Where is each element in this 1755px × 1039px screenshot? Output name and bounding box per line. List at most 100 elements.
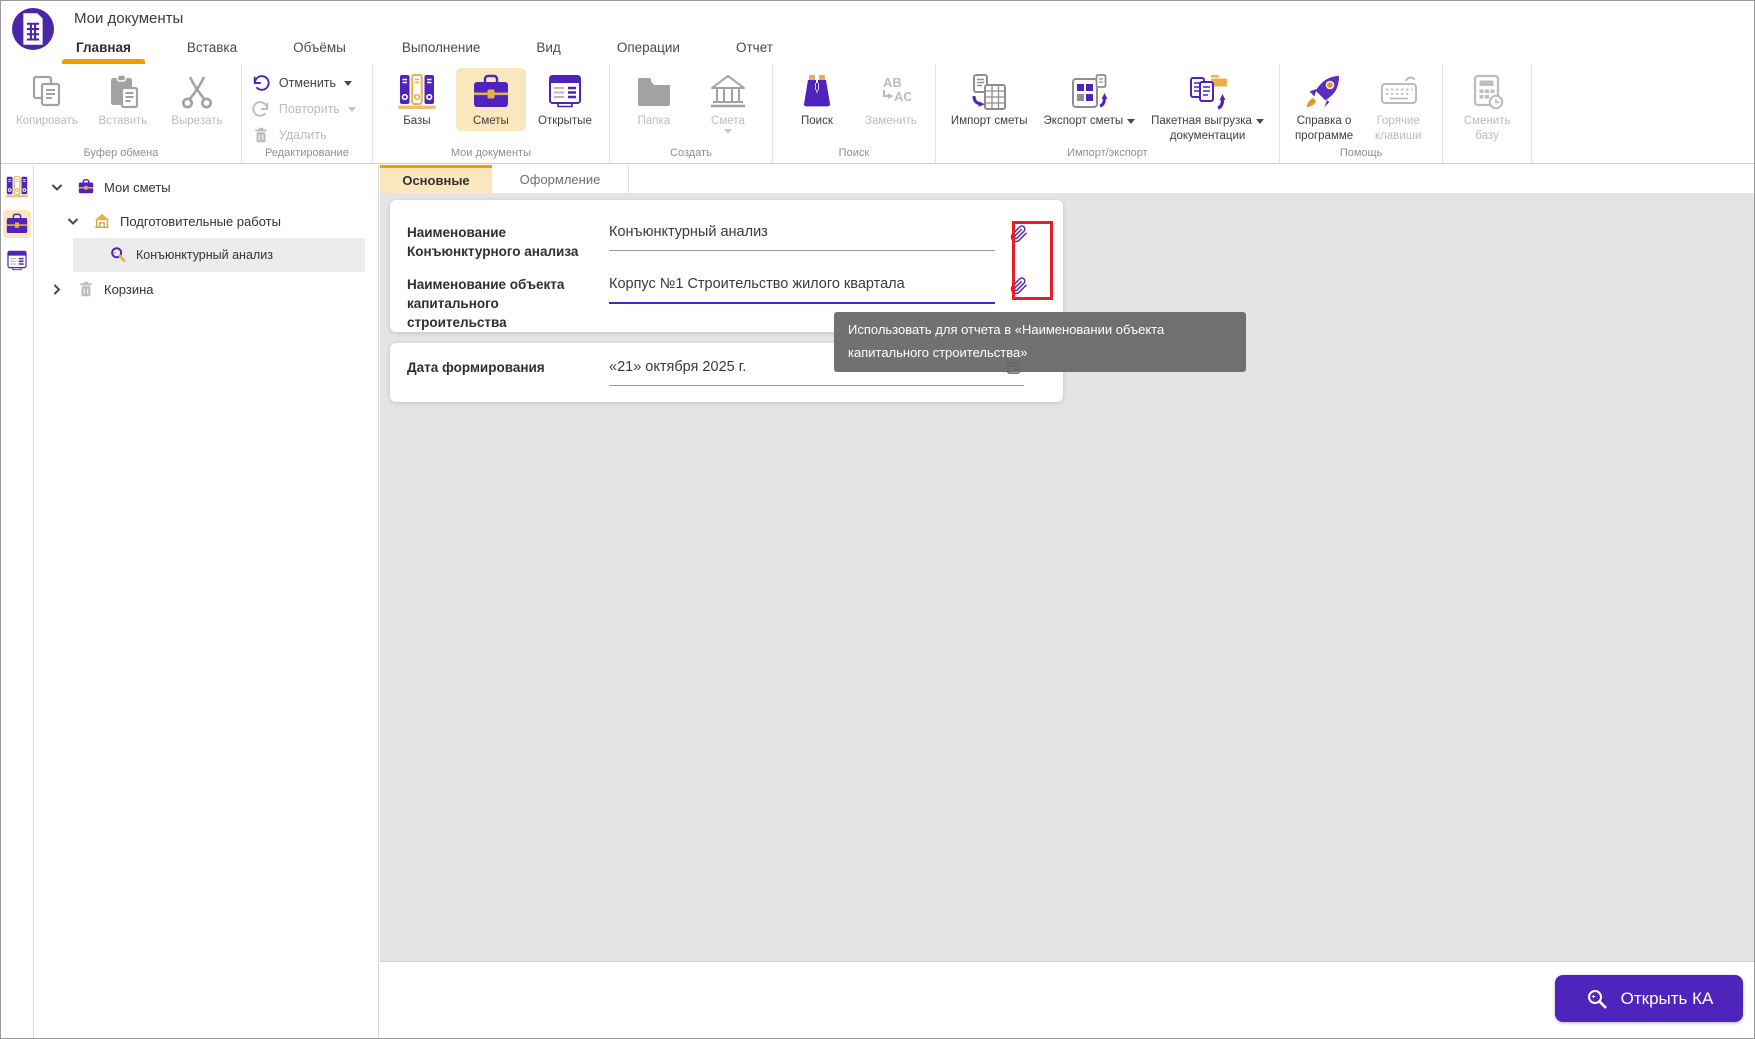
app-window: Мои документы ГлавнаяВставкаОбъёмыВыполн… — [0, 0, 1755, 1039]
tree-item-label: Корзина — [104, 282, 154, 297]
ribbon-group-clipboard: Копировать Вставить Вырезать Буфер обмена — [1, 64, 242, 163]
menu-tab-home[interactable]: Главная — [74, 31, 133, 64]
delete-button[interactable]: Удалить — [251, 125, 327, 145]
menu-tab-label: Вид — [536, 40, 560, 55]
open-docs-button[interactable]: Открытые — [530, 68, 600, 131]
tree-item-label: Конъюнктурный анализ — [136, 248, 273, 262]
button-label: Горячие — [1377, 114, 1420, 129]
tree-item-preparatory-works[interactable]: Подготовительные работы — [34, 204, 378, 238]
open-ka-button[interactable]: Открыть КА — [1555, 975, 1743, 1022]
paste-icon — [103, 70, 143, 114]
ribbon-group-editing: ОтменитьПовторитьУдалитьРедактирование — [242, 64, 373, 163]
document-tree: Мои сметы Подготовительные работы Конъюнкт… — [34, 165, 379, 1038]
ribbon-group-label: Буфер обмена — [1, 147, 241, 159]
analysis-name-field[interactable]: Конъюнктурный анализ — [609, 224, 995, 251]
tree-item-my-estimates[interactable]: Мои сметы — [34, 170, 378, 204]
search-button[interactable]: Поиск — [782, 68, 852, 131]
chevron-right-icon[interactable] — [50, 282, 64, 297]
menu-tab-insert[interactable]: Вставка — [185, 31, 239, 64]
paste-button[interactable]: Вставить — [88, 68, 158, 131]
content-footer: Открыть КА — [380, 961, 1754, 1038]
copy-icon — [27, 70, 67, 114]
tab-design[interactable]: Оформление — [492, 165, 629, 193]
menu-tab-execution[interactable]: Выполнение — [400, 31, 483, 64]
databases-button[interactable]: Базы — [382, 68, 452, 131]
batch-upload-button[interactable]: Пакетная выгрузкадокументации — [1145, 68, 1270, 146]
button-label: Папка — [638, 114, 671, 129]
export-icon — [1069, 70, 1109, 114]
button-label: Заменить — [865, 114, 917, 129]
content-area: Основные Оформление Наименование Конъюнкт… — [380, 165, 1754, 1038]
button-label: документации — [1170, 129, 1246, 144]
button-label: Экспорт сметы — [1044, 114, 1124, 129]
button-label: Копировать — [16, 114, 78, 129]
undo-button[interactable]: Отменить — [251, 73, 352, 93]
tree-item-market-analysis[interactable]: Конъюнктурный анализ — [73, 238, 365, 272]
menu-tab-operations[interactable]: Операции — [615, 31, 682, 64]
chevron-down-icon — [344, 81, 352, 86]
button-label: базу — [1475, 129, 1498, 144]
copy-button[interactable]: Копировать — [10, 68, 84, 131]
button-label: Открытые — [538, 114, 592, 129]
about-button[interactable]: Справка опрограмме — [1289, 68, 1359, 146]
analysis-name-label: Наименование Конъюнктурного анализа — [390, 224, 602, 262]
tab-main[interactable]: Основные — [380, 165, 492, 193]
menu-tab-volumes[interactable]: Объёмы — [291, 31, 348, 64]
estimate-create-button[interactable]: Смета — [693, 68, 763, 136]
menu-tab-label: Операции — [617, 40, 680, 55]
redo-button[interactable]: Повторить — [251, 99, 356, 119]
trash-icon — [251, 125, 271, 145]
chevron-down-icon[interactable] — [50, 180, 64, 195]
left-rail — [1, 165, 34, 1038]
button-label: Импорт сметы — [951, 114, 1028, 129]
house-tree-icon — [93, 212, 111, 230]
chevron-down-icon — [724, 129, 732, 134]
estimates-button[interactable]: Сметы — [456, 68, 526, 131]
rail-databases[interactable] — [3, 173, 31, 201]
cut-button[interactable]: Вырезать — [162, 68, 232, 131]
menu-tab-report[interactable]: Отчет — [734, 31, 775, 64]
menu-tab-view[interactable]: Вид — [534, 31, 562, 64]
ribbon-group-label: Создать — [610, 147, 772, 159]
trash-icon — [77, 280, 95, 298]
ribbon-group-label: Помощь — [1280, 147, 1442, 159]
databases-icon — [397, 70, 437, 114]
estimates-icon — [5, 212, 29, 236]
menu-tab-label: Вставка — [187, 40, 237, 55]
rail-estimates[interactable] — [3, 210, 31, 238]
tree-item-label: Подготовительные работы — [120, 214, 281, 229]
button-label: Пакетная выгрузка — [1151, 114, 1252, 129]
replace-icon: ABAC — [871, 70, 911, 114]
svg-text:AB: AB — [883, 75, 902, 90]
menu-tab-label: Отчет — [736, 40, 773, 55]
tree-item-trash[interactable]: Корзина — [34, 272, 378, 306]
import-icon — [969, 70, 1009, 114]
undo-icon — [251, 73, 271, 93]
chevron-down-icon — [1127, 119, 1135, 124]
rail-open-docs[interactable] — [3, 247, 31, 275]
construction-object-name-label: Наименование объекта капитального строит… — [390, 276, 602, 333]
button-label: Отменить — [279, 76, 336, 90]
tab-label: Основные — [402, 173, 469, 188]
change-database-button[interactable]: Сменитьбазу — [1452, 68, 1522, 146]
menu-tab-label: Выполнение — [402, 40, 481, 55]
scissors-icon — [177, 70, 217, 114]
button-label: Сметы — [473, 114, 509, 129]
export-estimate-button[interactable]: Экспорт сметы — [1038, 68, 1142, 131]
briefcase-tree-icon — [77, 178, 95, 196]
button-label: Вставить — [99, 114, 148, 129]
svg-text:AC: AC — [894, 89, 911, 104]
replace-button[interactable]: ABACЗаменить — [856, 68, 926, 131]
databases-icon — [5, 175, 29, 199]
hotkeys-button[interactable]: Горячиеклавиши — [1363, 68, 1433, 146]
button-label: Смета — [711, 114, 745, 129]
app-logo-icon — [12, 8, 54, 50]
folder-create-button[interactable]: Папка — [619, 68, 689, 131]
construction-object-name-field[interactable]: Корпус №1 Строительство жилого квартала — [609, 276, 995, 304]
ribbon-group-label: Импорт/экспорт — [936, 147, 1279, 159]
ribbon-group-create: Папка Смета Создать — [610, 64, 773, 163]
analysis-name-value: Конъюнктурный анализ — [609, 224, 995, 250]
binoculars-icon — [797, 70, 837, 114]
chevron-down-icon[interactable] — [66, 214, 80, 229]
import-estimate-button[interactable]: Импорт сметы — [945, 68, 1034, 131]
